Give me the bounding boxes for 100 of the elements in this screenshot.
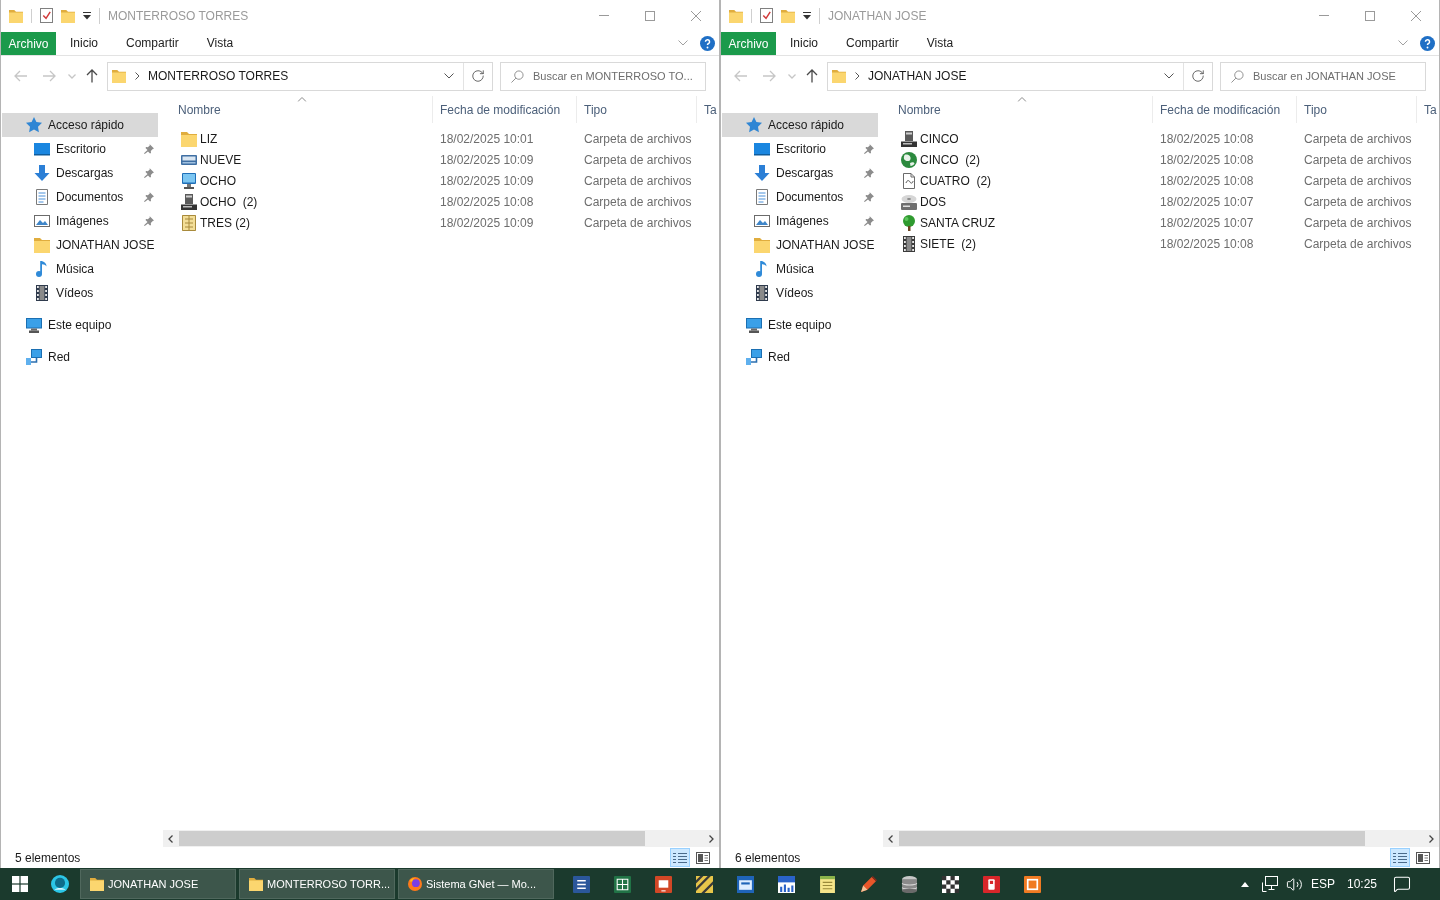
ribbon-tab[interactable]: Inicio	[776, 31, 832, 55]
ribbon-tab[interactable]: Vista	[912, 31, 968, 55]
breadcrumb-item[interactable]: JONATHAN JOSE	[868, 67, 967, 85]
refresh-icon	[471, 69, 485, 83]
scrollbar-thumb[interactable]	[899, 831, 1366, 846]
ribbon-tab[interactable]: Compartir	[832, 31, 913, 55]
view-button[interactable]	[1390, 848, 1410, 867]
type-cell-text: Carpeta de archivos	[583, 214, 693, 232]
star-icon	[26, 117, 42, 133]
search-field[interactable]: Buscar en MONTERROSO TO...	[500, 61, 706, 91]
document-icon	[34, 189, 50, 205]
download-icon	[754, 165, 770, 181]
slides-app-icon	[655, 875, 672, 893]
square-app-icon	[1024, 875, 1041, 893]
chevron-down-icon	[1164, 73, 1174, 79]
app-tile-icon	[983, 875, 1000, 893]
taskbar-window-button[interactable]: Sistema GNet — Mo...	[398, 869, 554, 899]
file-name[interactable]: DOS	[920, 192, 946, 211]
scroll-left-icon	[168, 834, 173, 843]
column-header[interactable]: Ta	[697, 96, 719, 123]
file-name[interactable]: OCHO	[200, 171, 236, 190]
search-field[interactable]: Buscar en JONATHAN JOSE	[1220, 61, 1426, 91]
chevron-right-icon[interactable]	[855, 72, 860, 80]
language-indicator[interactable]: ESP	[1306, 875, 1340, 893]
file-name[interactable]: LIZ	[200, 129, 218, 148]
file-name[interactable]: OCHO (2)	[200, 192, 258, 211]
file-name[interactable]: CINCO (2)	[920, 150, 980, 169]
folder-icon	[249, 877, 263, 891]
file-menu-button[interactable]: Archivo	[721, 32, 776, 55]
date-cell-text: 18/02/2025 10:09	[439, 214, 535, 232]
date-cell-text: 18/02/2025 10:08	[1159, 235, 1255, 253]
download-icon	[34, 165, 50, 181]
file-name[interactable]: CUATRO (2)	[920, 171, 992, 190]
column-header[interactable]: Fecha de modificación	[1153, 96, 1297, 123]
customize-caret-icon[interactable]	[803, 11, 811, 20]
folder-icon	[34, 237, 50, 253]
network-icon	[26, 349, 42, 365]
close-icon	[691, 10, 701, 21]
address-bar[interactable]: MONTERROSO TORRES	[107, 61, 493, 91]
taskbar-window-button[interactable]: JONATHAN JOSE	[80, 869, 236, 899]
minimize-icon	[1319, 15, 1329, 16]
column-header[interactable]: Tipo	[577, 96, 697, 123]
date-cell-text: 18/02/2025 10:08	[1159, 151, 1255, 169]
file-name[interactable]: SIETE (2)	[920, 234, 976, 253]
caret-icon	[68, 73, 76, 79]
ribbon-tab[interactable]: Vista	[192, 31, 248, 55]
file-name[interactable]: SANTA CRUZ	[920, 213, 996, 232]
search-icon	[1231, 69, 1244, 83]
desktop-icon	[34, 141, 50, 157]
caret-up-icon	[1241, 881, 1249, 887]
date-cell-text: 18/02/2025 10:08	[1159, 172, 1255, 190]
customize-caret-icon[interactable]	[83, 11, 91, 20]
properties-icon[interactable]	[760, 8, 773, 23]
file-name[interactable]: TRES (2)	[200, 213, 250, 232]
column-header[interactable]: Nombre	[891, 96, 1153, 123]
picture-icon	[754, 213, 770, 229]
window-app-icon	[737, 875, 754, 893]
breadcrumb-item[interactable]: MONTERROSO TORRES	[148, 67, 289, 85]
close-icon	[1411, 10, 1421, 21]
view-button[interactable]	[670, 848, 690, 867]
date-cell-text: 18/02/2025 10:07	[1159, 214, 1255, 232]
ribbon-tab[interactable]: Compartir	[112, 31, 193, 55]
details-view-icon	[673, 851, 687, 864]
up-arrow-icon	[806, 69, 818, 83]
database-icon	[901, 875, 918, 893]
help-icon[interactable]	[700, 35, 715, 51]
type-cell-text: Carpeta de archivos	[1303, 130, 1413, 148]
chevron-down-icon	[678, 40, 688, 46]
date-cell-text: 18/02/2025 10:09	[439, 151, 535, 169]
scrollbar-thumb[interactable]	[179, 831, 646, 846]
chevron-down-icon	[1398, 40, 1408, 46]
search-icon	[511, 69, 524, 83]
clock[interactable]: 10:25	[1340, 875, 1384, 893]
file-name[interactable]: NUEVE	[200, 150, 242, 169]
ribbon-tab[interactable]: Inicio	[56, 31, 112, 55]
nav-item[interactable]: Acceso rápido	[722, 113, 878, 137]
column-header[interactable]: Tipo	[1297, 96, 1417, 123]
column-header[interactable]: Ta	[1417, 96, 1439, 123]
column-header[interactable]: Nombre	[171, 96, 433, 123]
notepad-icon	[819, 875, 836, 893]
file-menu-button[interactable]: Archivo	[1, 32, 56, 55]
properties-icon[interactable]	[40, 8, 53, 23]
taskbar-window-button[interactable]: MONTERROSO TORR...	[239, 869, 395, 899]
file-name[interactable]: CINCO	[920, 129, 959, 148]
globe-icon	[901, 151, 917, 168]
up-arrow-icon	[86, 69, 98, 83]
network-icon	[1262, 876, 1278, 892]
chevron-right-icon[interactable]	[135, 72, 140, 80]
type-cell-text: Carpeta de archivos	[1303, 193, 1413, 211]
picture-icon	[34, 213, 50, 229]
preview-view-icon	[1416, 851, 1430, 864]
folder-icon	[90, 877, 104, 891]
address-bar[interactable]: JONATHAN JOSE	[827, 61, 1213, 91]
browser-icon	[408, 877, 422, 891]
help-icon[interactable]	[1420, 35, 1435, 51]
nav-item[interactable]: Acceso rápido	[2, 113, 158, 137]
column-header[interactable]: Fecha de modificación	[433, 96, 577, 123]
date-cell-text: 18/02/2025 10:01	[439, 130, 535, 148]
pencil-icon	[860, 875, 877, 893]
folder-icon	[181, 130, 197, 147]
